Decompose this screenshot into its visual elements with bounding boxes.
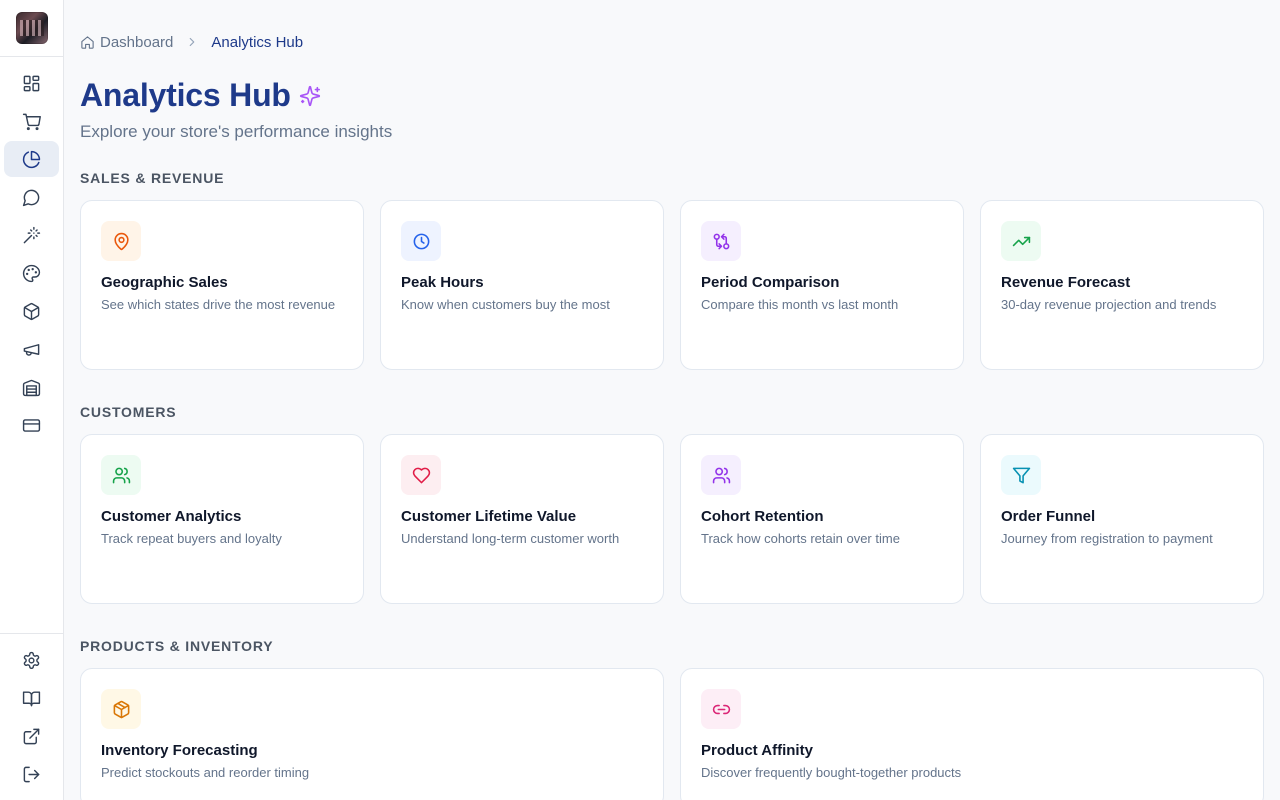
card-revenue-forecast[interactable]: Revenue Forecast 30-day revenue projecti… xyxy=(980,200,1264,370)
card-description: 30-day revenue projection and trends xyxy=(1001,297,1217,312)
nav-analytics[interactable] xyxy=(4,141,59,177)
nav-payments[interactable] xyxy=(4,407,59,443)
package-icon xyxy=(101,689,141,729)
card-description: Know when customers buy the most xyxy=(401,297,610,312)
section-heading-products-inventory: PRODUCTS & INVENTORY xyxy=(80,638,274,654)
map-pin-icon xyxy=(101,221,141,261)
nav-marketing[interactable] xyxy=(4,331,59,367)
card-title: Period Comparison xyxy=(701,274,840,291)
card-title: Order Funnel xyxy=(1001,508,1096,525)
chat-icon xyxy=(22,189,40,206)
card-description: Predict stockouts and reorder timing xyxy=(101,765,310,780)
card-description: Understand long-term customer worth xyxy=(401,531,620,546)
card-customer-lifetime-value[interactable]: Customer Lifetime Value Understand long-… xyxy=(380,434,664,604)
sidebar-divider xyxy=(0,56,64,57)
card-customer-analytics[interactable]: Customer Analytics Track repeat buyers a… xyxy=(80,434,364,604)
chevron-right-icon xyxy=(185,35,199,49)
nav-ai-tools[interactable] xyxy=(4,217,59,253)
card-description: Journey from registration to payment xyxy=(1001,531,1213,546)
nav-products[interactable] xyxy=(4,293,59,329)
settings-icon xyxy=(23,651,40,669)
nav-appearance[interactable] xyxy=(4,255,59,291)
external-link-icon xyxy=(23,728,40,744)
breadcrumb-dashboard-link[interactable]: Dashboard xyxy=(80,34,173,51)
card-order-funnel[interactable]: Order Funnel Journey from registration t… xyxy=(980,434,1264,604)
card-title: Cohort Retention xyxy=(701,508,824,525)
logout-icon xyxy=(23,766,40,782)
nav-orders[interactable] xyxy=(4,103,59,139)
card-peak-hours[interactable]: Peak Hours Know when customers buy the m… xyxy=(380,200,664,370)
breadcrumb: Dashboard Analytics Hub xyxy=(80,32,303,52)
store-logo[interactable] xyxy=(16,12,48,44)
card-inventory-forecasting[interactable]: Inventory Forecasting Predict stockouts … xyxy=(80,668,664,800)
card-title: Revenue Forecast xyxy=(1001,274,1131,291)
page-header: Analytics Hub xyxy=(80,74,321,116)
card-title: Inventory Forecasting xyxy=(101,742,258,759)
analytics-pie-icon xyxy=(22,150,41,168)
dashboard-icon xyxy=(23,75,40,91)
card-description: Track how cohorts retain over time xyxy=(701,531,900,546)
nav-dashboard[interactable] xyxy=(4,65,59,101)
card-title: Customer Lifetime Value xyxy=(401,508,577,525)
credit-card-icon xyxy=(22,418,41,432)
users-icon xyxy=(701,455,741,495)
card-title: Customer Analytics xyxy=(101,508,242,525)
palette-icon xyxy=(22,264,41,282)
sidebar xyxy=(0,0,64,800)
card-period-comparison[interactable]: Period Comparison Compare this month vs … xyxy=(680,200,964,370)
link-icon xyxy=(701,689,741,729)
cart-icon xyxy=(22,113,41,130)
card-description: See which states drive the most revenue xyxy=(101,297,336,312)
page-subtitle: Explore your store's performance insight… xyxy=(80,122,393,141)
package-icon xyxy=(23,302,40,320)
breadcrumb-current: Analytics Hub xyxy=(211,33,304,51)
card-description: Discover frequently bought-together prod… xyxy=(701,765,962,780)
magic-wand-icon xyxy=(23,226,41,243)
nav-view-store[interactable] xyxy=(4,718,59,754)
card-geographic-sales[interactable]: Geographic Sales See which states drive … xyxy=(80,200,364,370)
card-description: Track repeat buyers and loyalty xyxy=(101,531,282,546)
trending-up-icon xyxy=(1001,221,1041,261)
card-title: Geographic Sales xyxy=(101,274,228,291)
clock-icon xyxy=(401,221,441,261)
nav-settings[interactable] xyxy=(4,642,59,678)
heart-icon xyxy=(401,455,441,495)
nav-docs[interactable] xyxy=(4,680,59,716)
sidebar-divider xyxy=(0,633,64,634)
card-title: Peak Hours xyxy=(401,274,484,291)
megaphone-icon xyxy=(23,343,40,356)
section-heading-sales-revenue: SALES & REVENUE xyxy=(80,170,225,186)
page-title: Analytics Hub xyxy=(80,76,291,113)
funnel-icon xyxy=(1001,455,1041,495)
nav-messages[interactable] xyxy=(4,179,59,215)
compare-arrows-icon xyxy=(701,221,741,261)
card-cohort-retention[interactable]: Cohort Retention Track how cohorts retai… xyxy=(680,434,964,604)
users-icon xyxy=(101,455,141,495)
sparkles-icon xyxy=(299,85,320,107)
nav-warehouse[interactable] xyxy=(4,369,59,405)
home-icon xyxy=(81,35,94,49)
card-description: Compare this month vs last month xyxy=(701,297,899,312)
warehouse-icon xyxy=(22,379,41,396)
nav-logout[interactable] xyxy=(4,756,59,792)
book-icon xyxy=(22,690,41,706)
section-heading-customers: CUSTOMERS xyxy=(80,404,177,420)
card-title: Product Affinity xyxy=(701,742,813,759)
card-product-affinity[interactable]: Product Affinity Discover frequently bou… xyxy=(680,668,1264,800)
breadcrumb-home-label: Dashboard xyxy=(100,33,174,51)
